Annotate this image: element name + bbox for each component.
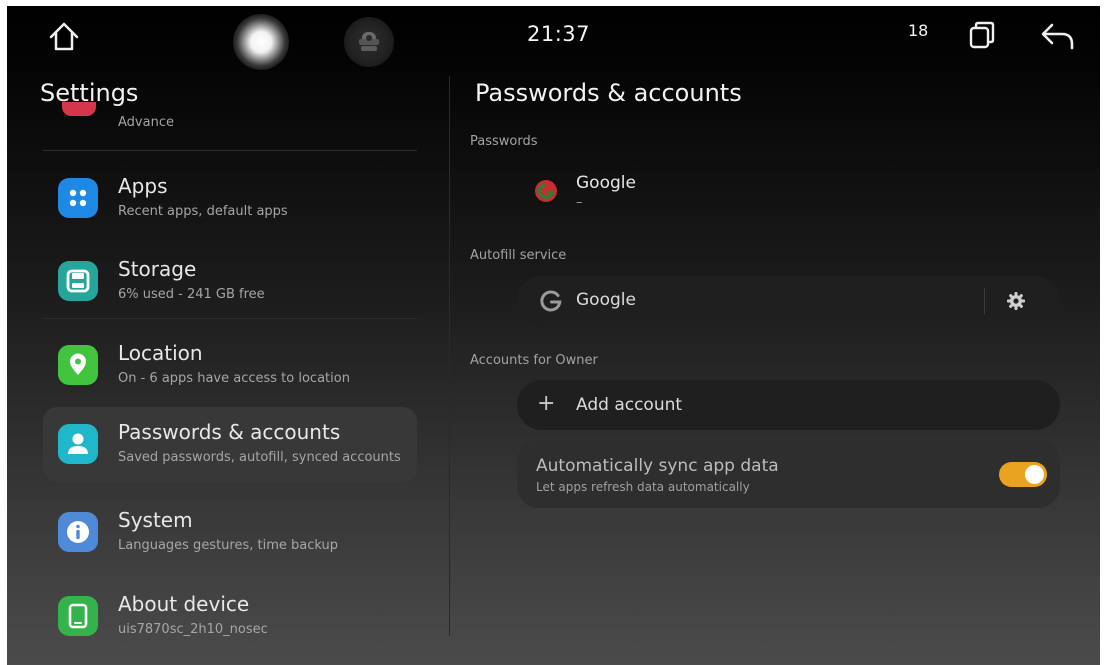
notification-count: 18 [908, 21, 929, 40]
gear-icon[interactable] [1005, 290, 1027, 312]
passwords-section-label: Passwords [470, 134, 538, 149]
sidebar-item-title: Storage [118, 257, 197, 281]
panel-divider [449, 76, 450, 636]
sidebar-item-title: About device [118, 592, 250, 616]
sidebar-item-subtitle: On - 6 apps have access to location [118, 371, 350, 386]
sidebar-item-title: System [118, 508, 193, 532]
sidebar-item-title: Apps [118, 174, 168, 198]
password-entry-name: Google [576, 173, 636, 193]
tablet-device-icon [58, 596, 98, 636]
voice-assistant-icon[interactable] [344, 17, 394, 67]
sidebar-item-system[interactable]: System Languages gestures, time backup [43, 495, 417, 570]
accounts-section-label: Accounts for Owner [470, 353, 598, 368]
screen: 21:37 18 Settings Advance Apps Recent ap… [7, 6, 1100, 665]
sidebar-item-apps[interactable]: Apps Recent apps, default apps [43, 161, 417, 236]
sidebar-item-passwords-accounts[interactable]: Passwords & accounts Saved passwords, au… [43, 407, 417, 482]
auto-sync-toggle[interactable] [999, 462, 1047, 487]
sidebar-item-subtitle: Languages gestures, time backup [118, 538, 339, 553]
divider [43, 318, 417, 319]
sidebar-item-location[interactable]: Location On - 6 apps have access to loca… [43, 328, 417, 403]
sidebar-item-title: Location [118, 341, 203, 365]
sidebar-item-subtitle: Saved passwords, autofill, synced accoun… [118, 450, 401, 465]
divider [984, 288, 985, 314]
sidebar-item-subtitle: uis7870sc_2h10_nosec [118, 622, 268, 637]
status-bar: 21:37 18 [7, 6, 1100, 70]
google-g-icon [538, 288, 564, 314]
divider [43, 150, 417, 151]
back-arrow-icon[interactable] [1040, 21, 1076, 51]
password-entry-google[interactable]: Google – [527, 171, 827, 221]
add-account-label: Add account [576, 395, 683, 415]
advanced-item-subtitle[interactable]: Advance [118, 115, 174, 130]
location-pin-icon [58, 345, 98, 385]
sidebar-item-title: Passwords & accounts [118, 420, 341, 444]
sidebar-item-storage[interactable]: Storage 6% used - 241 GB free [43, 244, 417, 319]
autofill-service-card[interactable]: Google [517, 276, 1060, 326]
toggle-knob [1025, 465, 1044, 484]
google-g-icon [534, 179, 558, 203]
recent-apps-icon[interactable] [967, 20, 997, 50]
sidebar-item-about-device[interactable]: About device uis7870sc_2h10_nosec [43, 579, 417, 654]
advanced-icon[interactable] [58, 102, 100, 120]
account-person-icon [58, 424, 98, 464]
auto-sync-title: Automatically sync app data [536, 456, 779, 476]
assistant-orb-icon[interactable] [233, 14, 289, 70]
clock-time: 21:37 [527, 22, 591, 46]
apps-grid-icon [58, 178, 98, 218]
auto-sync-subtitle: Let apps refresh data automatically [536, 480, 750, 494]
sidebar-item-subtitle: 6% used - 241 GB free [118, 287, 265, 302]
autofill-section-label: Autofill service [470, 248, 567, 263]
plus-icon: + [537, 391, 556, 416]
auto-sync-row[interactable]: Automatically sync app data Let apps ref… [517, 440, 1060, 508]
page-title: Passwords & accounts [475, 79, 742, 107]
info-icon [58, 512, 98, 552]
home-icon[interactable] [47, 20, 81, 54]
add-account-button[interactable]: + Add account [517, 380, 1060, 430]
sidebar-item-subtitle: Recent apps, default apps [118, 204, 288, 219]
password-entry-subtitle: – [576, 195, 583, 210]
autofill-service-name: Google [576, 290, 636, 310]
storage-icon [58, 261, 98, 301]
